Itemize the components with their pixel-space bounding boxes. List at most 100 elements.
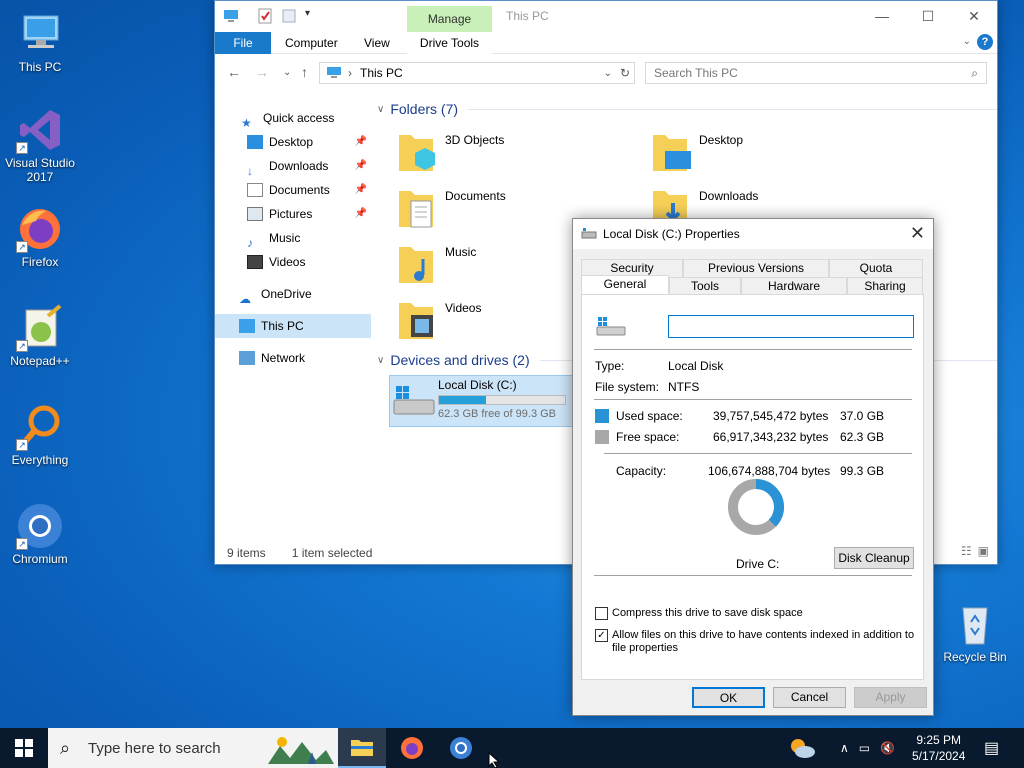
ok-button[interactable]: OK	[692, 687, 765, 708]
start-button[interactable]	[0, 728, 48, 768]
desktop-chromium[interactable]: ↗ Chromium	[0, 502, 80, 566]
desktop-this-pc[interactable]: This PC	[0, 10, 80, 74]
nav-label: Desktop	[269, 135, 314, 149]
nav-documents[interactable]: Documents 📌	[215, 178, 371, 202]
status-item-count: 9 items	[227, 546, 266, 560]
nav-music[interactable]: ♪ Music	[215, 226, 371, 250]
expand-ribbon-icon[interactable]: ⌄	[963, 36, 971, 47]
folder-3d-objects[interactable]: 3D Objects	[397, 129, 637, 181]
index-checkbox[interactable]: ✓	[595, 629, 608, 642]
pin-icon[interactable]: 📌	[355, 202, 367, 226]
close-icon[interactable]: ✕	[910, 223, 925, 244]
drive-free-text: 62.3 GB free of 99.3 GB	[438, 408, 557, 420]
breadcrumb[interactable]: This PC	[360, 66, 403, 80]
forward-button[interactable]: →	[255, 64, 269, 80]
section-title: Folders (7)	[390, 101, 459, 117]
tab-file[interactable]: File	[215, 32, 271, 54]
search-icon: ⌕	[60, 737, 71, 758]
close-button[interactable]: ✕	[951, 1, 997, 32]
tab-sharing[interactable]: Sharing	[847, 277, 923, 295]
pin-icon[interactable]: 📌	[355, 154, 367, 178]
new-folder-icon[interactable]	[281, 8, 297, 24]
folder-desktop-icon	[651, 129, 691, 173]
apply-button[interactable]: Apply	[854, 687, 927, 708]
nav-quick-access[interactable]: ★ Quick access	[215, 106, 371, 130]
folder-desktop[interactable]: Desktop	[651, 129, 891, 181]
desktop-everything[interactable]: ↗ Everything	[0, 403, 80, 467]
shortcut-arrow-icon: ↗	[16, 538, 28, 550]
tab-general[interactable]: General	[581, 275, 669, 295]
desktop-icon	[247, 135, 263, 149]
taskbar-search[interactable]: ⌕ Type here to search	[48, 728, 338, 768]
tab-drive-tools[interactable]: Drive Tools	[407, 32, 492, 54]
pictures-icon	[247, 207, 263, 221]
properties-dialog: Local Disk (C:) Properties ✕ Security Pr…	[572, 218, 934, 716]
folder-videos-icon	[397, 297, 437, 341]
clock[interactable]: 9:25 PM 5/17/2024	[912, 728, 965, 768]
taskbar-firefox[interactable]	[388, 728, 436, 768]
cancel-button[interactable]: Cancel	[773, 687, 846, 708]
desktop-visual-studio[interactable]: ↗ Visual Studio 2017	[0, 106, 80, 184]
tab-computer[interactable]: Computer	[285, 32, 338, 54]
properties-icon[interactable]	[257, 8, 273, 24]
general-panel: Type: Local Disk File system: NTFS Used …	[581, 294, 924, 680]
tab-hardware[interactable]: Hardware	[741, 277, 847, 295]
taskbar-file-explorer[interactable]	[338, 728, 386, 768]
nav-desktop[interactable]: Desktop 📌	[215, 130, 371, 154]
help-icon[interactable]: ?	[977, 34, 993, 50]
dialog-title: Local Disk (C:) Properties	[603, 227, 740, 241]
notifications-icon[interactable]: ▤	[984, 728, 999, 768]
tab-previous-versions[interactable]: Previous Versions	[683, 259, 829, 277]
nav-this-pc[interactable]: This PC	[215, 314, 371, 338]
drive-caption: Drive C:	[736, 557, 780, 571]
address-field[interactable]: › This PC ⌄ ↻	[319, 62, 635, 84]
nav-network[interactable]: Network	[215, 346, 371, 370]
compress-checkbox[interactable]	[595, 607, 608, 620]
nav-videos[interactable]: Videos	[215, 250, 371, 274]
quick-access-toolbar: ▾	[223, 8, 315, 24]
back-button[interactable]: ←	[227, 64, 241, 80]
compress-option[interactable]: Compress this drive to save disk space	[595, 607, 803, 620]
recent-locations-icon[interactable]: ⌄	[283, 67, 291, 78]
clock-time: 9:25 PM	[916, 733, 962, 747]
free-space-bytes: 66,917,343,232 bytes	[713, 430, 829, 444]
desktop-firefox[interactable]: ↗ Firefox	[0, 205, 80, 269]
tab-tools[interactable]: Tools	[669, 277, 741, 295]
folder-music-icon	[397, 241, 437, 285]
minimize-button[interactable]: —	[859, 1, 905, 32]
folder-documents-icon	[397, 185, 437, 229]
up-button[interactable]: ↑	[301, 64, 308, 80]
network-icon[interactable]: ▭	[859, 741, 870, 755]
large-icons-view-icon[interactable]: ▣	[978, 544, 989, 558]
desktop-recycle-bin[interactable]: Recycle Bin	[935, 600, 1015, 664]
mouse-cursor-icon	[488, 752, 501, 768]
volume-muted-icon[interactable]: 🔇	[880, 741, 895, 755]
used-space-gb: 37.0 GB	[840, 409, 885, 423]
folders-header[interactable]: ∨ Folders (7)	[377, 99, 997, 119]
weather-icon[interactable]	[788, 728, 816, 768]
search-input[interactable]: Search This PC ⌕	[645, 62, 987, 84]
disk-cleanup-button[interactable]: Disk Cleanup	[834, 547, 914, 569]
local-disk-icon	[390, 376, 438, 424]
desktop-notepadpp[interactable]: ↗ Notepad++	[0, 304, 80, 368]
shortcut-arrow-icon: ↗	[16, 241, 28, 253]
index-option[interactable]: ✓ Allow files on this drive to have cont…	[595, 629, 915, 655]
tab-manage[interactable]: Manage	[407, 6, 492, 33]
address-dropdown-icon[interactable]: ⌄	[604, 68, 612, 79]
nav-onedrive[interactable]: ☁ OneDrive	[215, 282, 371, 306]
pin-icon[interactable]: 📌	[355, 178, 367, 202]
taskbar-chromium[interactable]	[437, 728, 485, 768]
details-view-icon[interactable]: ☷	[961, 544, 972, 558]
chevron-up-icon[interactable]: ∧	[840, 741, 849, 755]
tab-view[interactable]: View	[364, 32, 390, 54]
maximize-button[interactable]: ☐	[905, 1, 951, 32]
refresh-icon[interactable]: ↻	[620, 66, 630, 80]
tab-quota[interactable]: Quota	[829, 259, 923, 277]
pin-icon[interactable]: 📌	[355, 130, 367, 154]
nav-downloads[interactable]: ↓ Downloads 📌	[215, 154, 371, 178]
address-bar-row: ← → ⌄ ↑ › This PC ⌄ ↻ Search This PC ⌕	[215, 54, 997, 90]
firefox-icon: ↗	[16, 205, 64, 253]
customize-toolbar-icon[interactable]: ▾	[305, 8, 315, 24]
drive-label-input[interactable]	[668, 315, 914, 338]
nav-pictures[interactable]: Pictures 📌	[215, 202, 371, 226]
